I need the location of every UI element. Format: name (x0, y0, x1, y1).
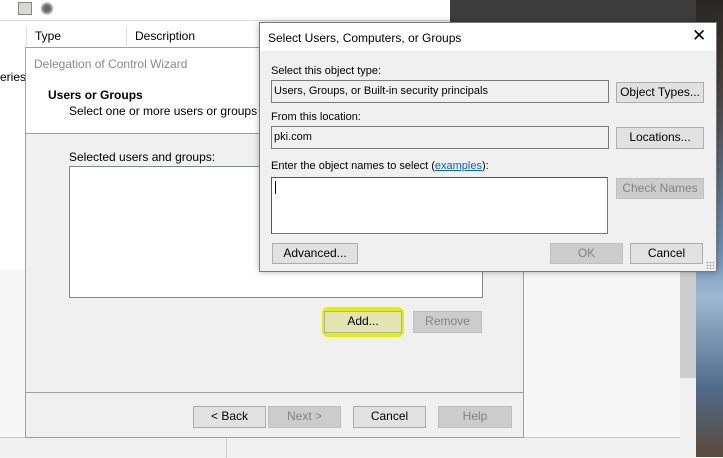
location-label: From this location: (271, 111, 361, 123)
back-button[interactable]: < Back (193, 406, 266, 428)
column-header-type[interactable]: Type (26, 26, 126, 46)
resize-grip-icon[interactable] (706, 261, 714, 269)
selected-list-label: Selected users and groups: (69, 150, 216, 164)
dialog-cancel-button[interactable]: Cancel (630, 243, 703, 264)
ok-button[interactable]: OK (550, 243, 623, 264)
wizard-title: Delegation of Control Wizard (34, 57, 188, 71)
location-field: pki.com (271, 126, 609, 149)
column-header-description[interactable]: Description (126, 26, 266, 46)
wizard-cancel-button[interactable]: Cancel (353, 406, 426, 428)
wizard-separator (26, 392, 523, 393)
check-names-button[interactable]: Check Names (616, 178, 704, 199)
dialog-titlebar: Select Users, Computers, or Groups ✕ (260, 23, 716, 51)
add-button[interactable]: Add... (324, 311, 402, 333)
locations-button[interactable]: Locations... (616, 127, 704, 149)
object-type-field: Users, Groups, or Built-in security prin… (271, 80, 609, 103)
advanced-button[interactable]: Advanced... (272, 243, 358, 264)
users-icon[interactable] (40, 2, 54, 15)
scrollbar-thumb[interactable] (680, 270, 696, 378)
status-bar (0, 437, 680, 458)
dialog-title: Select Users, Computers, or Groups (268, 31, 462, 45)
remove-button[interactable]: Remove (413, 311, 482, 333)
background-toolbar (0, 0, 450, 21)
properties-icon[interactable] (18, 2, 32, 15)
next-button[interactable]: Next > (268, 406, 341, 428)
object-types-button[interactable]: Object Types... (616, 82, 704, 103)
select-users-dialog: Select Users, Computers, or Groups ✕ Sel… (259, 22, 717, 272)
help-button[interactable]: Help (438, 406, 512, 428)
object-type-label: Select this object type: (271, 65, 382, 77)
tree-item-partial[interactable]: eries (0, 70, 26, 84)
close-icon[interactable]: ✕ (692, 26, 706, 46)
wizard-heading: Users or Groups (48, 88, 143, 102)
examples-link[interactable]: examples (435, 160, 482, 172)
wizard-subheading: Select one or more users or groups to wh (69, 104, 290, 118)
object-names-label: Enter the object names to select (exampl… (271, 160, 489, 172)
object-names-input[interactable] (271, 177, 608, 234)
